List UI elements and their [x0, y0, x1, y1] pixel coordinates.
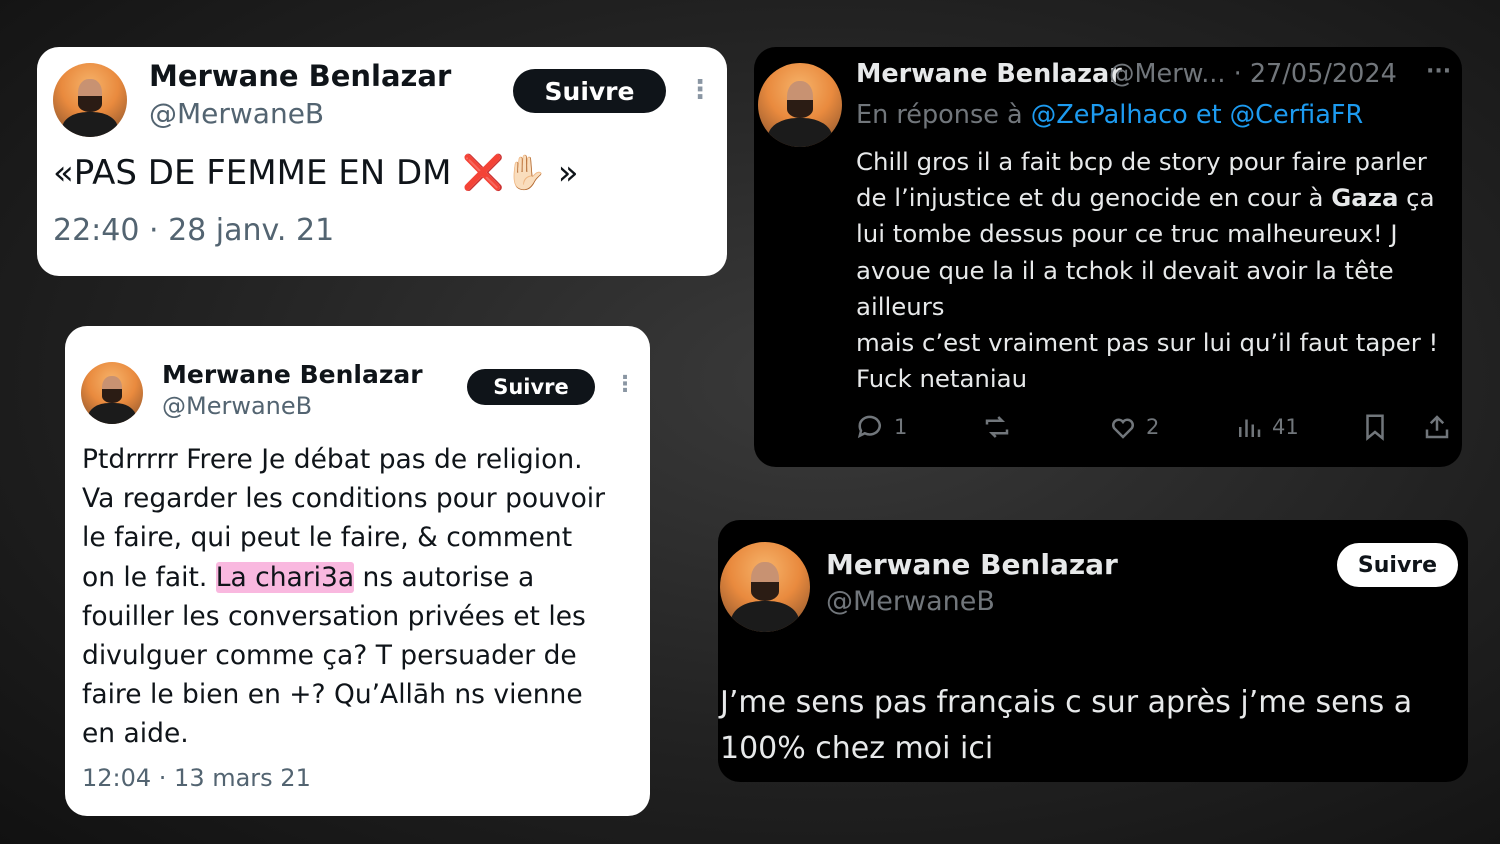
more-options-icon[interactable]: ···	[1426, 59, 1451, 84]
more-options-icon[interactable]: ⋮	[687, 75, 713, 105]
bold-text: Gaza	[1331, 183, 1399, 213]
retweet-icon	[985, 416, 1009, 438]
tweet-text: Ptdrrrrr Frere Je débat pas de religion.…	[82, 440, 605, 754]
like-icon	[1112, 418, 1134, 439]
avatar[interactable]	[53, 63, 127, 137]
views-icon	[1239, 419, 1261, 437]
reply-prefix: En réponse à	[856, 100, 1023, 130]
reply-icon	[857, 415, 881, 439]
tweet-card-2: Merwane Benlazar @MerwaneB Suivre ⋮ Ptdr…	[65, 326, 650, 816]
retweet-button[interactable]	[982, 412, 1012, 442]
reply-context: En réponse à @ZePalhaco et @CerfiaFR	[856, 100, 1363, 130]
tweet-card-3: Merwane Benlazar @Merw... · 27/05/2024 ·…	[754, 47, 1462, 467]
bookmark-icon	[1366, 414, 1384, 441]
views-button[interactable]: 41	[1234, 412, 1299, 442]
author-name[interactable]: Merwane Benlazar	[856, 59, 1122, 89]
follow-button[interactable]: Suivre	[1337, 543, 1458, 587]
reply-count: 1	[894, 415, 908, 439]
tweet-text: Chill gros il a fait bcp de story pour f…	[856, 144, 1438, 397]
views-count: 41	[1272, 415, 1299, 439]
author-handle[interactable]: @MerwaneB	[149, 97, 324, 130]
tweet-card-4: Merwane Benlazar @MerwaneB Suivre J’me s…	[718, 520, 1468, 782]
share-icon	[1425, 415, 1449, 439]
highlighted-text: La chari3a	[215, 561, 355, 593]
author-name[interactable]: Merwane Benlazar	[149, 59, 451, 93]
bookmark-button[interactable]	[1360, 412, 1390, 442]
tweet-text: J’me sens pas français c sur après j’me …	[720, 685, 1413, 766]
author-handle[interactable]: @MerwaneB	[826, 586, 995, 617]
reply-targets-link[interactable]: @ZePalhaco et @CerfiaFR	[1031, 100, 1363, 130]
author-name[interactable]: Merwane Benlazar	[826, 548, 1118, 581]
author-handle[interactable]: @MerwaneB	[162, 392, 312, 420]
like-button[interactable]: 2	[1108, 412, 1159, 442]
tweet-card-1: Merwane Benlazar @MerwaneB Suivre ⋮ «PAS…	[37, 47, 727, 276]
avatar[interactable]	[81, 362, 143, 424]
follow-button[interactable]: Suivre	[467, 369, 595, 405]
author-handle-date[interactable]: @Merw... · 27/05/2024	[1109, 59, 1397, 89]
tweet-timestamp[interactable]: 12:04 · 13 mars 21	[82, 764, 311, 792]
like-count: 2	[1146, 415, 1160, 439]
tweet-text-part: ça lui tombe dessus pour ce truc malheur…	[856, 183, 1439, 394]
avatar[interactable]	[758, 63, 842, 147]
tweet-timestamp[interactable]: 22:40 · 28 janv. 21	[53, 213, 334, 248]
follow-button[interactable]: Suivre	[513, 69, 666, 113]
more-options-icon[interactable]: ⋮	[614, 372, 636, 397]
tweet-text: «PAS DE FEMME EN DM ❌✋🏻 »	[53, 153, 579, 193]
avatar[interactable]	[720, 542, 810, 632]
reply-button[interactable]: 1	[856, 412, 907, 442]
share-button[interactable]	[1422, 412, 1452, 442]
author-name[interactable]: Merwane Benlazar	[162, 360, 423, 389]
